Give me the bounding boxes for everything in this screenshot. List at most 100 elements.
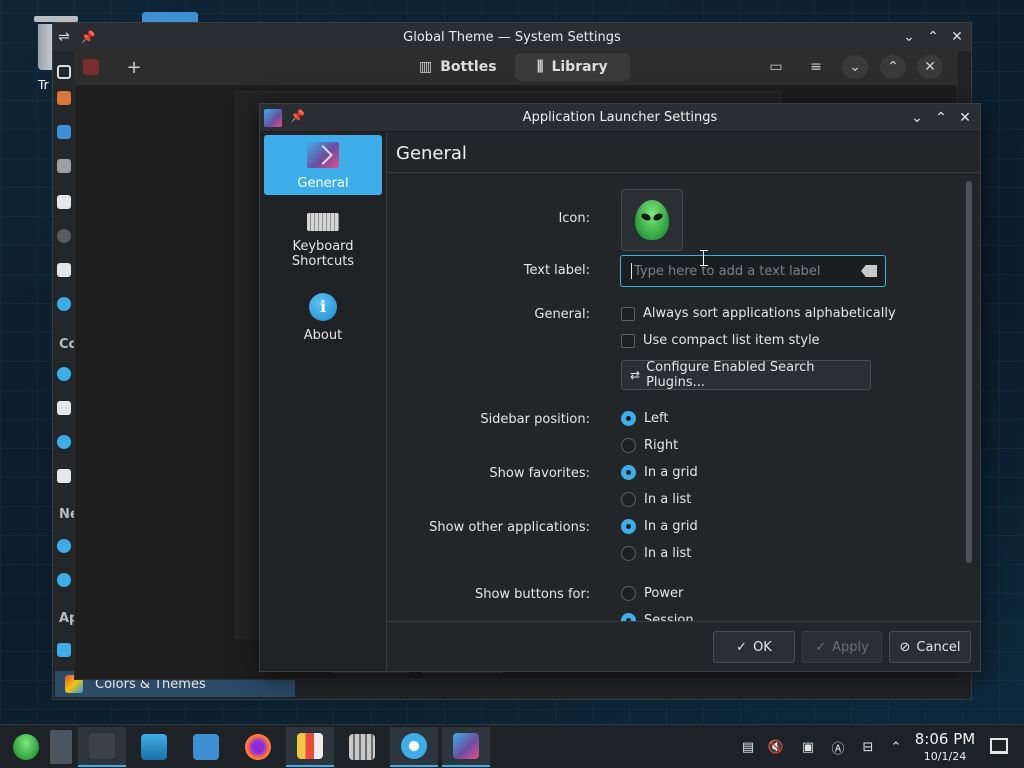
sidebar-app-icon[interactable] — [57, 367, 71, 381]
sidebar-left-radio[interactable]: Left — [621, 411, 668, 426]
input-method-icon[interactable]: Ⓐ — [830, 739, 846, 757]
clock-time[interactable]: 8:06 PM — [906, 730, 984, 748]
pager-button[interactable] — [46, 727, 76, 767]
sidebar-position-label: Sidebar position: — [480, 412, 590, 427]
category-keyboard-shortcuts[interactable]: Keyboard Shortcuts — [264, 203, 382, 277]
radio-label: In a grid — [644, 519, 698, 534]
storage-icon[interactable]: ▣ — [800, 739, 816, 755]
checkbox-box[interactable] — [621, 306, 635, 321]
add-icon[interactable]: + — [121, 55, 147, 79]
close-icon[interactable]: ✕ — [917, 55, 943, 79]
dialog-footer: ✓ OK ✓ Apply ⊘ Cancel — [388, 621, 980, 671]
category-about[interactable]: i About — [264, 287, 382, 347]
taskbar-bottles[interactable] — [286, 727, 334, 767]
radio-button[interactable] — [621, 411, 636, 426]
other-apps-list-radio[interactable]: In a list — [621, 546, 691, 561]
favorites-grid-radio[interactable]: In a grid — [621, 465, 698, 480]
close-icon[interactable]: ✕ — [946, 26, 968, 48]
scrollbar-thumb[interactable] — [966, 181, 972, 563]
steam-icon — [401, 733, 427, 759]
minimize-icon[interactable]: ⌄ — [842, 55, 868, 79]
radio-button[interactable] — [621, 586, 636, 601]
sidebar-app-icon[interactable] — [57, 263, 71, 277]
favorites-list-radio[interactable]: In a list — [621, 492, 691, 507]
sidebar-app-icon[interactable] — [57, 229, 71, 243]
taskbar-steam[interactable] — [390, 727, 438, 767]
clipboard-icon[interactable]: ▤ — [740, 739, 756, 755]
category-general[interactable]: General — [264, 135, 382, 195]
network-icon[interactable]: ⊟ — [860, 739, 876, 755]
taskbar-discover[interactable] — [130, 727, 178, 767]
taskbar-ark[interactable] — [338, 727, 386, 767]
taskbar-system-settings[interactable] — [78, 727, 126, 767]
clock-date[interactable]: 10/1/24 — [906, 750, 984, 763]
sidebar-app-icon[interactable] — [57, 159, 71, 173]
close-icon[interactable]: ✕ — [954, 107, 976, 129]
dialog-titlebar[interactable]: 📌 Application Launcher Settings ⌄ ⌃ ✕ — [260, 104, 980, 132]
minimize-icon[interactable]: ⌄ — [898, 26, 920, 48]
configure-search-plugins-button[interactable]: ⇄ Configure Enabled Search Plugins... — [621, 360, 871, 390]
system-settings-titlebar[interactable]: ⇌ 📌 Global Theme — System Settings ⌄ ⌃ ✕ — [53, 23, 971, 51]
checkbox-label: Always sort applications alphabetically — [643, 306, 896, 321]
radio-button[interactable] — [621, 613, 636, 621]
sidebar-app-icon[interactable] — [57, 435, 71, 449]
taskbar-dolphin[interactable] — [182, 727, 230, 767]
radio-button[interactable] — [621, 492, 636, 507]
minimize-icon[interactable]: ⌄ — [906, 107, 928, 129]
sidebar-app-icon[interactable] — [57, 643, 71, 657]
buttons-power-radio[interactable]: Power — [621, 586, 683, 601]
sidebar-app-icon[interactable] — [57, 573, 71, 587]
sidebar-app-icon[interactable] — [57, 91, 71, 105]
cancel-button[interactable]: ⊘ Cancel — [889, 631, 971, 663]
sidebar-app-icon[interactable] — [57, 401, 71, 415]
text-label-input[interactable]: Type here to add a text label — [620, 255, 886, 287]
show-desktop-icon[interactable] — [990, 738, 1008, 754]
settings-page: General Icon: Text label: Type here to a… — [388, 133, 980, 671]
radio-button[interactable] — [621, 519, 636, 534]
sidebar-app-icon[interactable] — [57, 125, 71, 139]
taskbar-firefox[interactable] — [234, 727, 282, 767]
check-icon: ✓ — [736, 639, 748, 655]
maximize-icon[interactable]: ⌃ — [922, 26, 944, 48]
sort-alphabetically-checkbox[interactable]: Always sort applications alphabetically — [621, 306, 896, 321]
button-label: OK — [753, 639, 772, 655]
tab-label: Library — [551, 59, 608, 75]
radio-label: In a grid — [644, 465, 698, 480]
sidebar-app-icon[interactable] — [57, 539, 71, 553]
bottles-headerbar[interactable]: + ▥ Bottles ⫼ Library ▭ ≡ ⌄ ⌃ ✕ — [75, 49, 957, 85]
radio-button[interactable] — [621, 546, 636, 561]
volume-muted-icon[interactable]: 🔇 — [768, 739, 784, 755]
home-icon[interactable] — [57, 65, 71, 79]
buttons-session-radio[interactable]: Session — [621, 613, 694, 621]
library-tab-icon: ⫼ — [537, 59, 544, 75]
bottles-app-icon[interactable] — [83, 59, 99, 75]
ok-button[interactable]: ✓ OK — [713, 631, 795, 663]
other-apps-grid-radio[interactable]: In a grid — [621, 519, 698, 534]
chat-icon[interactable]: ▭ — [763, 55, 789, 79]
compact-list-checkbox[interactable]: Use compact list item style — [621, 333, 820, 348]
checkbox-box[interactable] — [621, 333, 635, 348]
apply-button[interactable]: ✓ Apply — [802, 631, 882, 663]
clear-text-icon[interactable] — [861, 265, 877, 277]
taskbar-launcher-settings[interactable] — [442, 727, 490, 767]
sidebar-app-icon[interactable] — [57, 195, 71, 209]
sidebar-app-icon[interactable] — [57, 469, 71, 483]
system-settings-title: Global Theme — System Settings — [403, 29, 621, 45]
radio-button[interactable] — [621, 465, 636, 480]
button-label: Apply — [832, 639, 869, 655]
application-launcher-button[interactable] — [2, 727, 50, 767]
maximize-icon[interactable]: ⌃ — [880, 55, 906, 79]
sidebar-app-icon[interactable] — [57, 297, 71, 311]
tab-library[interactable]: ⫼ Library — [515, 53, 630, 81]
chevron-up-icon[interactable]: ⌃ — [888, 739, 904, 755]
general-field-label: General: — [534, 307, 590, 322]
hamburger-menu-icon[interactable]: ≡ — [803, 55, 829, 79]
vertical-scrollbar[interactable] — [964, 177, 974, 617]
maximize-icon[interactable]: ⌃ — [930, 107, 952, 129]
launcher-icon-button[interactable] — [621, 189, 683, 251]
settings-scroll-area[interactable]: Icon: Text label: Type here to add a tex… — [388, 173, 960, 621]
settings-sliders-icon — [89, 733, 115, 759]
tab-bottles[interactable]: ▥ Bottles — [397, 53, 519, 81]
radio-button[interactable] — [621, 438, 636, 453]
sidebar-right-radio[interactable]: Right — [621, 438, 678, 453]
